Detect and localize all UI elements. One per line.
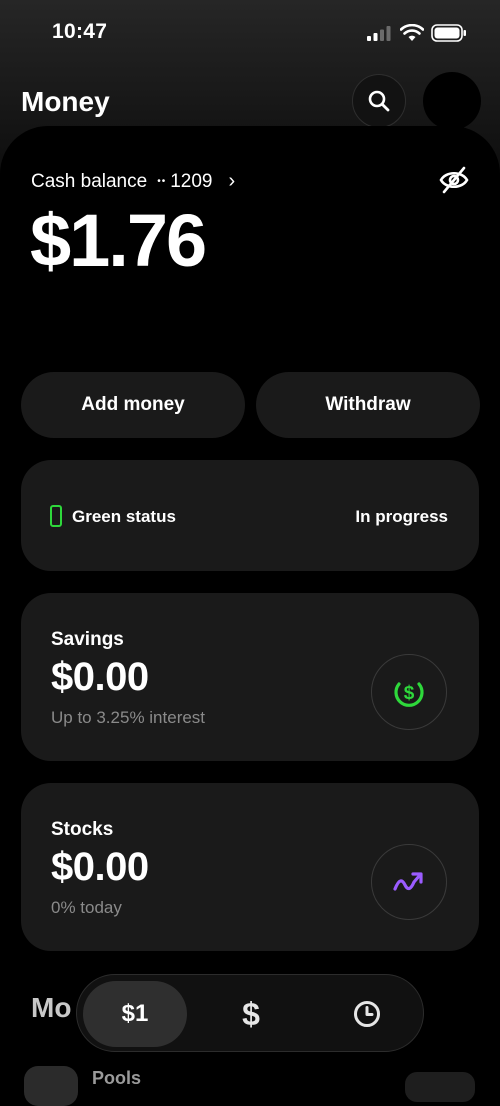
stocks-title: Stocks	[51, 819, 114, 840]
avatar[interactable]	[423, 72, 481, 130]
search-icon	[368, 90, 390, 112]
svg-text:$: $	[404, 683, 415, 704]
stocks-amount: $0.00	[51, 845, 149, 889]
status-time: 10:47	[52, 20, 108, 43]
cellular-signal-icon	[367, 26, 391, 41]
cash-balance-label: Cash balance	[31, 170, 148, 192]
clock-icon	[354, 1001, 380, 1027]
eye-off-icon[interactable]	[438, 165, 470, 195]
bottom-tab-bar: $1 $	[76, 974, 424, 1052]
savings-icon-button[interactable]: $	[371, 654, 447, 730]
trend-up-icon	[393, 872, 423, 891]
chevron-right-icon: ›	[228, 170, 236, 192]
add-money-button[interactable]: Add money	[21, 372, 245, 438]
search-button[interactable]	[352, 74, 406, 128]
stocks-card[interactable]: Stocks $0.00 0% today	[21, 783, 479, 951]
cash-balance-link[interactable]: Cash balance •• 1209 ›	[31, 170, 235, 193]
account-mask: ••	[157, 176, 167, 187]
account-last4: 1209	[170, 170, 213, 192]
section-title-peek: Mo	[31, 992, 72, 1023]
withdraw-button[interactable]: Withdraw	[256, 372, 480, 438]
status-value: In progress	[355, 507, 448, 526]
stocks-subtitle: 0% today	[51, 898, 122, 917]
stocks-icon-button[interactable]	[371, 844, 447, 920]
savings-subtitle: Up to 3.25% interest	[51, 708, 206, 727]
battery-icon	[431, 24, 466, 42]
page-title: Money	[21, 86, 110, 117]
status-indicator-icon	[50, 505, 62, 527]
tab-money[interactable]: $1	[83, 981, 187, 1047]
tab-activity[interactable]	[315, 981, 419, 1047]
tab-cash[interactable]: $	[199, 981, 303, 1047]
pools-action-button[interactable]	[405, 1072, 475, 1102]
status-label: Green status	[72, 507, 176, 526]
dollar-circle-icon: $	[394, 682, 424, 707]
savings-title: Savings	[51, 629, 124, 650]
wifi-icon	[400, 24, 424, 41]
green-status-card[interactable]: Green status In progress	[21, 460, 479, 571]
status-bar: 10:47	[0, 0, 500, 66]
cash-balance-amount: $1.76	[30, 199, 207, 282]
pools-icon	[24, 1066, 78, 1106]
savings-card[interactable]: Savings $0.00 Up to 3.25% interest $	[21, 593, 479, 761]
pools-label[interactable]: Pools	[92, 1068, 141, 1089]
savings-amount: $0.00	[51, 655, 149, 699]
